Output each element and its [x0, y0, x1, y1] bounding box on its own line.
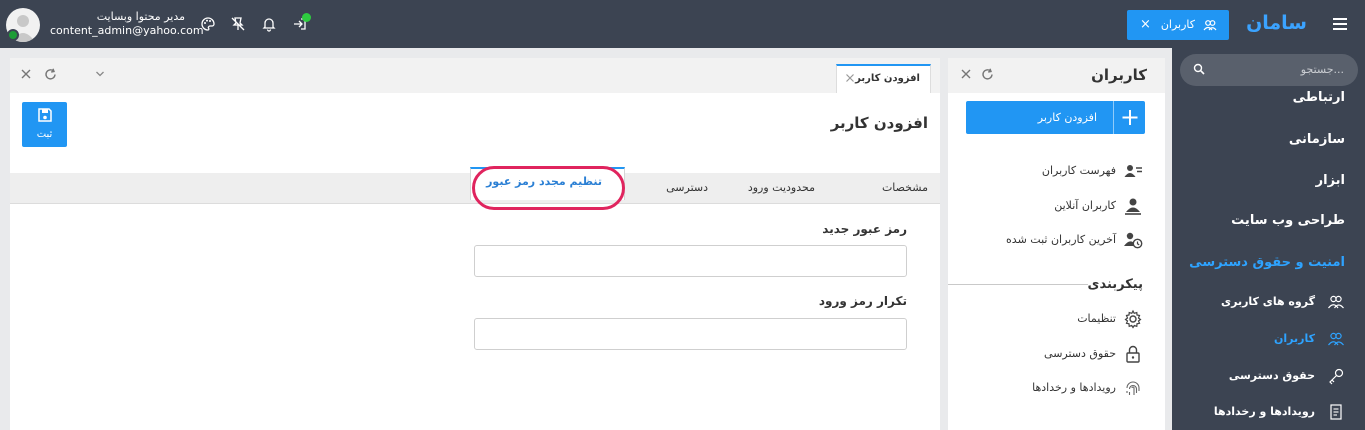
save-button[interactable]: ثبت [22, 102, 67, 147]
document-tab-label: افزودن کاربر [855, 73, 920, 84]
tab-label: محدودیت ورود [747, 181, 815, 194]
sidebar-category-organizational[interactable]: سازمانی [1289, 132, 1345, 147]
users-icon [1203, 18, 1217, 32]
user-group-icon [1327, 293, 1345, 311]
hamburger-menu-icon[interactable] [1331, 14, 1351, 34]
users-list-label: فهرست کاربران [1041, 164, 1116, 177]
tab-access[interactable]: دسترسی [640, 173, 708, 204]
sidebar-item-label: گروه های کاربری [1221, 295, 1315, 308]
settings-label: تنظیمات [1077, 312, 1116, 325]
sidebar-category-tools[interactable]: ابزار [1316, 173, 1345, 188]
online-status-dot [7, 29, 19, 41]
sidebar-category-communication[interactable]: ارتباطی [1293, 90, 1345, 105]
user-clock-icon [1123, 230, 1143, 250]
recent-users-link[interactable]: آخرین کاربران ثبت شده [953, 229, 1143, 251]
fingerprint-icon [1123, 378, 1143, 398]
online-user-icon [1123, 196, 1143, 216]
annotation-highlight [472, 166, 625, 210]
bell-icon[interactable] [261, 16, 277, 32]
users-panel: کاربران افزودن کاربر فهرست کاربران کاربر… [948, 58, 1165, 430]
lock-icon [1123, 344, 1143, 364]
sidebar-item-users[interactable]: کاربران [1185, 329, 1345, 349]
new-password-field[interactable] [474, 245, 907, 277]
main-panel: افزودن کاربر افزودن کاربر ثبت مشخصات محد… [10, 58, 940, 430]
tab-login-restriction[interactable]: محدودیت ورود [725, 173, 815, 204]
page-title: افزودن کاربر [830, 114, 928, 132]
users-panel-title: کاربران [1091, 66, 1147, 84]
refresh-icon[interactable] [44, 68, 57, 81]
user-name: مدیر محتوا وبسایت [96, 10, 185, 23]
sidebar-category-security[interactable]: امنیت و حقوق دسترسی [1189, 255, 1345, 270]
divider [948, 284, 1088, 285]
sidebar-item-label: رویدادها و رخدادها [1213, 405, 1315, 418]
sidebar-item-events[interactable]: رویدادها و رخدادها [1185, 402, 1345, 422]
online-users-link[interactable]: کاربران آنلاین [953, 195, 1143, 217]
close-tab-icon[interactable] [845, 73, 855, 83]
users-icon [1327, 330, 1345, 348]
tab-label: مشخصات [881, 181, 928, 194]
search-input[interactable]: جستجو... [1301, 63, 1344, 76]
online-users-label: کاربران آنلاین [1054, 199, 1116, 212]
add-user-button[interactable]: افزودن کاربر [966, 101, 1145, 134]
events-label: رویدادها و رخدادها [1032, 381, 1116, 394]
close-icon[interactable] [960, 68, 972, 80]
brand-logo[interactable]: سامان [1246, 12, 1307, 34]
plus-icon [1113, 101, 1145, 134]
recent-users-label: آخرین کاربران ثبت شده [1006, 233, 1116, 246]
user-email: content_admin@yahoo.com [50, 24, 204, 37]
sidebar-item-label: کاربران [1274, 332, 1315, 345]
tab-label: دسترسی [666, 181, 708, 194]
gear-icon [1123, 309, 1143, 329]
sidebar-category-web-design[interactable]: طراحی وب سایت [1231, 213, 1345, 228]
users-list-icon [1123, 161, 1143, 181]
document-tab[interactable]: افزودن کاربر [836, 64, 931, 93]
search-box[interactable]: جستجو... [1180, 54, 1358, 86]
close-tab-icon[interactable]: × [1140, 17, 1151, 32]
main-panel-header: افزودن کاربر [10, 58, 940, 93]
palette-icon[interactable] [200, 16, 216, 32]
events-link[interactable]: رویدادها و رخدادها [953, 377, 1143, 399]
open-tab-label: کاربران [1160, 18, 1195, 31]
users-list-link[interactable]: فهرست کاربران [953, 160, 1143, 182]
sidebar-item-user-groups[interactable]: گروه های کاربری [1185, 292, 1345, 312]
users-panel-header: کاربران [948, 58, 1165, 93]
access-rights-label: حقوق دسترسی [1044, 347, 1116, 360]
sidebar-item-label: حقوق دسترسی [1228, 369, 1315, 382]
confirm-password-label: تکرار رمز ورود [818, 294, 907, 308]
chevron-down-icon[interactable] [95, 70, 105, 78]
pin-off-icon[interactable] [230, 16, 246, 32]
top-bar: سامان کاربران × مدیر محتوا وبسایت conten… [0, 0, 1365, 48]
add-user-label: افزودن کاربر [1037, 111, 1097, 124]
confirm-password-field[interactable] [474, 318, 907, 350]
new-password-label: رمز عبور جدید [822, 222, 907, 236]
save-label: ثبت [36, 129, 53, 140]
settings-link[interactable]: تنظیمات [953, 308, 1143, 330]
config-section-title: پیکربندی [1087, 277, 1143, 292]
search-icon [1193, 63, 1205, 75]
tab-profile[interactable]: مشخصات [848, 173, 928, 204]
key-icon [1327, 367, 1345, 385]
document-log-icon [1327, 403, 1345, 421]
notification-dot [302, 13, 311, 22]
sidebar-item-access-rights[interactable]: حقوق دسترسی [1185, 366, 1345, 386]
close-icon[interactable] [20, 68, 32, 80]
open-tab-users[interactable]: کاربران × [1127, 10, 1229, 40]
sidebar: جستجو... ارتباطی سازمانی ابزار طراحی وب … [1172, 48, 1365, 430]
floppy-disk-icon [37, 107, 53, 123]
access-rights-link[interactable]: حقوق دسترسی [953, 343, 1143, 365]
refresh-icon[interactable] [981, 68, 994, 81]
